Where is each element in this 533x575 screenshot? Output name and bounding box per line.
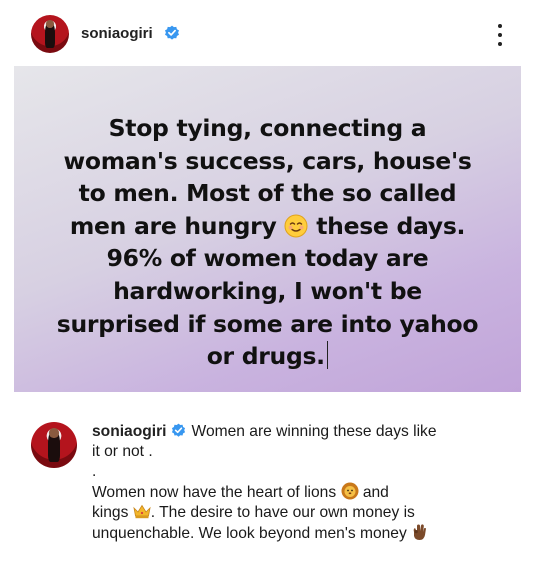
lion-face-emoji-icon	[341, 482, 358, 500]
ellipsis-dot	[498, 24, 502, 28]
image-text-line: to men. Most of the so called	[78, 179, 457, 208]
caption-text: and	[358, 484, 389, 501]
post-header: soniaogiri	[0, 0, 533, 66]
caption-line: .	[92, 463, 97, 480]
caption-line: kings . The desire to have our own money…	[92, 503, 512, 523]
caption-text: unquenchable. We look beyond men's money	[92, 525, 412, 542]
post-image[interactable]: Stop tying, connecting a woman's success…	[14, 66, 521, 392]
avatar[interactable]	[31, 15, 69, 53]
image-text-line: surprised if some are into yahoo	[56, 309, 479, 338]
image-text-line: 96% of women today are	[106, 244, 429, 273]
text-cursor	[326, 341, 329, 370]
post-image-text: Stop tying, connecting a woman's success…	[32, 112, 503, 373]
verified-badge-icon	[171, 423, 185, 437]
caption-line: soniaogiri Women are winning these days …	[92, 422, 512, 442]
caption-avatar[interactable]	[31, 422, 77, 468]
image-text-segment: these days.	[308, 211, 466, 240]
image-text-line: woman's success, cars, house's	[63, 146, 472, 175]
vertical-ellipsis-icon[interactable]	[495, 22, 505, 48]
post-caption: soniaogiri Women are winning these days …	[0, 404, 533, 575]
image-text-line: men are hungry these days.	[32, 210, 503, 243]
image-text-line: hardworking, I won't be	[113, 276, 422, 305]
caption-line: Women now have the heart of lions and	[92, 482, 512, 503]
caption-body: soniaogiri Women are winning these days …	[92, 422, 512, 544]
avatar-face	[46, 20, 54, 28]
avatar-face	[49, 428, 59, 438]
ok-hand-emoji-icon	[413, 524, 427, 540]
caption-text: . The desire to have our own money is	[150, 504, 415, 521]
image-text-line: or drugs.	[32, 340, 503, 373]
image-text-segment: or drugs.	[206, 342, 325, 371]
caption-text: Women are winning these days like	[191, 423, 437, 440]
post-username[interactable]: soniaogiri	[81, 25, 153, 42]
verified-badge-icon	[165, 25, 179, 40]
ellipsis-dot	[498, 42, 502, 46]
caption-line: it or not .	[92, 443, 153, 460]
image-text-line: Stop tying, connecting a	[108, 114, 427, 142]
caption-line: unquenchable. We look beyond men's money	[92, 523, 512, 544]
crown-emoji-icon	[133, 504, 151, 519]
ellipsis-dot	[498, 33, 502, 37]
caption-text: Women now have the heart of lions	[92, 484, 341, 501]
caption-username[interactable]: soniaogiri	[92, 423, 167, 440]
caption-text: kings	[92, 504, 133, 521]
image-text-segment: men are hungry	[69, 211, 285, 240]
relieved-face-emoji-icon	[284, 214, 308, 238]
